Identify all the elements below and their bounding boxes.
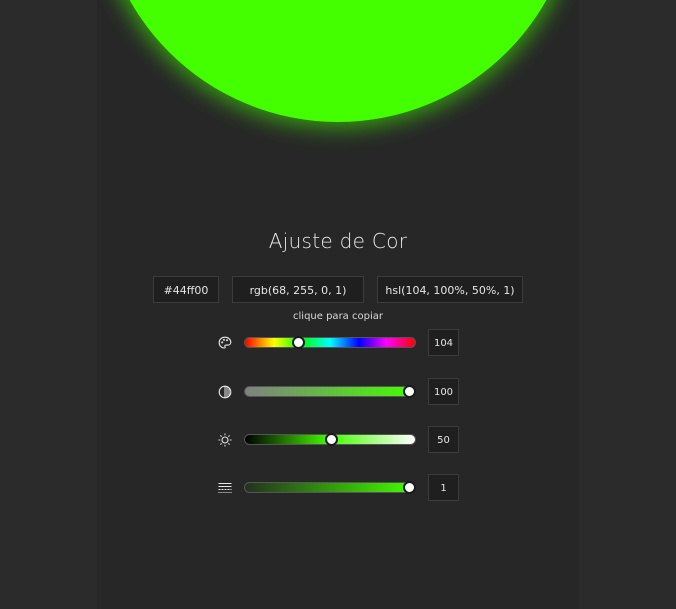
alpha-slider-row: 1 (97, 474, 579, 502)
alpha-value-field[interactable]: 1 (428, 474, 459, 501)
hue-value-field[interactable]: 104 (428, 329, 459, 356)
hsl-copy-button[interactable]: hsl(104, 100%, 50%, 1) (377, 276, 523, 303)
lightness-slider-row: 50 (97, 426, 579, 454)
lightness-slider-thumb[interactable] (325, 433, 338, 446)
lightness-value-field[interactable]: 50 (428, 426, 459, 453)
hex-copy-button[interactable]: #44ff00 (153, 276, 219, 303)
palette-icon (217, 335, 233, 351)
hue-slider-thumb[interactable] (292, 336, 306, 349)
saturation-slider-thumb[interactable] (403, 385, 416, 398)
copy-hint: clique para copiar (293, 311, 383, 322)
alpha-slider-track[interactable] (244, 481, 416, 494)
hue-slider-row: 104 (97, 329, 579, 357)
saturation-slider-track[interactable] (244, 385, 416, 398)
saturation-value-field[interactable]: 100 (428, 378, 459, 405)
contrast-icon (217, 384, 233, 400)
lightness-slider-track[interactable] (244, 433, 416, 446)
sun-icon (217, 432, 233, 448)
rgb-copy-button[interactable]: rgb(68, 255, 0, 1) (232, 276, 364, 303)
hue-slider-track[interactable] (244, 336, 416, 349)
alpha-slider-thumb[interactable] (403, 481, 416, 494)
page-title: Ajuste de Cor (268, 229, 408, 253)
page-background-right (579, 0, 676, 609)
saturation-slider-row: 100 (97, 378, 579, 406)
color-preview-circle (99, 0, 577, 122)
color-adjust-panel: Ajuste de Cor #44ff00 rgb(68, 255, 0, 1)… (97, 0, 579, 609)
page-background-left (0, 0, 97, 609)
opacity-icon (217, 480, 233, 496)
